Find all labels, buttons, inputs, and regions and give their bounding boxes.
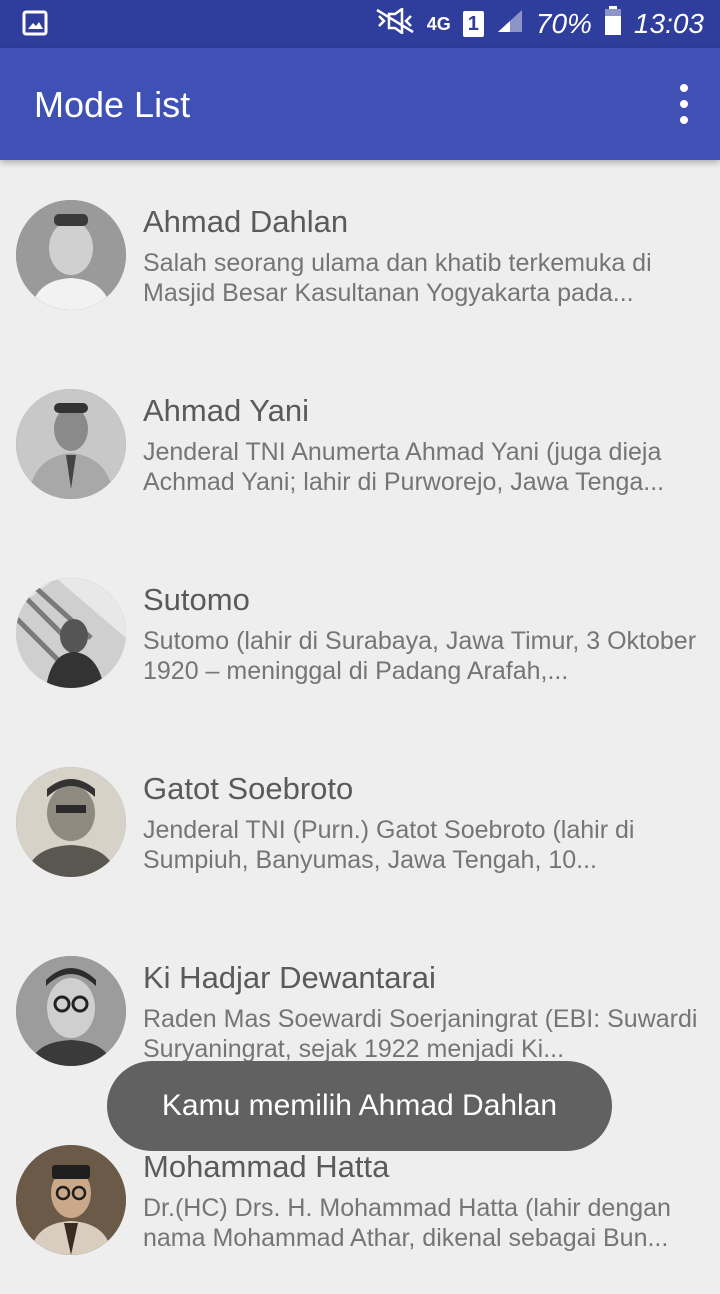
item-description: Raden Mas Soewardi Soerjaningrat (EBI: S… bbox=[143, 1005, 698, 1063]
item-name: Ahmad Dahlan bbox=[143, 204, 349, 239]
list-item[interactable]: Sutomo Sutomo (lahir di Surabaya, Jawa T… bbox=[0, 538, 720, 727]
item-description: Jenderal TNI Anumerta Ahmad Yani (juga d… bbox=[143, 438, 665, 496]
item-name: Sutomo bbox=[143, 582, 250, 617]
avatar bbox=[16, 389, 126, 499]
avatar bbox=[16, 767, 126, 877]
more-vert-icon[interactable] bbox=[674, 84, 694, 124]
signal-icon bbox=[496, 8, 524, 41]
item-description: Jenderal TNI (Purn.) Gatot Soebroto (lah… bbox=[143, 816, 635, 874]
avatar bbox=[16, 578, 126, 688]
avatar bbox=[16, 1145, 126, 1255]
item-description: Salah seorang ulama dan khatib terkemuka… bbox=[143, 249, 652, 307]
network-type: 4G bbox=[426, 13, 451, 34]
app-bar: Mode List bbox=[0, 48, 720, 160]
avatar bbox=[16, 956, 126, 1066]
gallery-icon bbox=[22, 10, 48, 36]
sim-badge: 1 bbox=[462, 11, 484, 37]
status-bar: 4G 1 70% 13:03 bbox=[0, 0, 720, 48]
item-description: Sutomo (lahir di Surabaya, Jawa Timur, 3… bbox=[143, 627, 697, 685]
battery-level: 70% bbox=[535, 8, 592, 39]
item-name: Ki Hadjar Dewantarai bbox=[143, 960, 436, 995]
list-item[interactable]: Ahmad Dahlan Salah seorang ulama dan kha… bbox=[0, 160, 720, 349]
clock: 13:03 bbox=[633, 8, 704, 39]
avatar bbox=[16, 200, 126, 310]
battery-icon bbox=[604, 5, 622, 43]
mute-icon bbox=[375, 6, 415, 41]
list-item[interactable]: Ahmad Yani Jenderal TNI Anumerta Ahmad Y… bbox=[0, 349, 720, 538]
item-name: Mohammad Hatta bbox=[143, 1149, 390, 1184]
item-name: Ahmad Yani bbox=[143, 393, 310, 428]
page-title: Mode List bbox=[34, 84, 191, 125]
item-description: Dr.(HC) Drs. H. Mohammad Hatta (lahir de… bbox=[143, 1194, 671, 1252]
item-name: Gatot Soebroto bbox=[143, 771, 354, 806]
toast-message: Kamu memilih Ahmad Dahlan bbox=[107, 1061, 612, 1151]
list-item[interactable]: Gatot Soebroto Jenderal TNI (Purn.) Gato… bbox=[0, 727, 720, 916]
